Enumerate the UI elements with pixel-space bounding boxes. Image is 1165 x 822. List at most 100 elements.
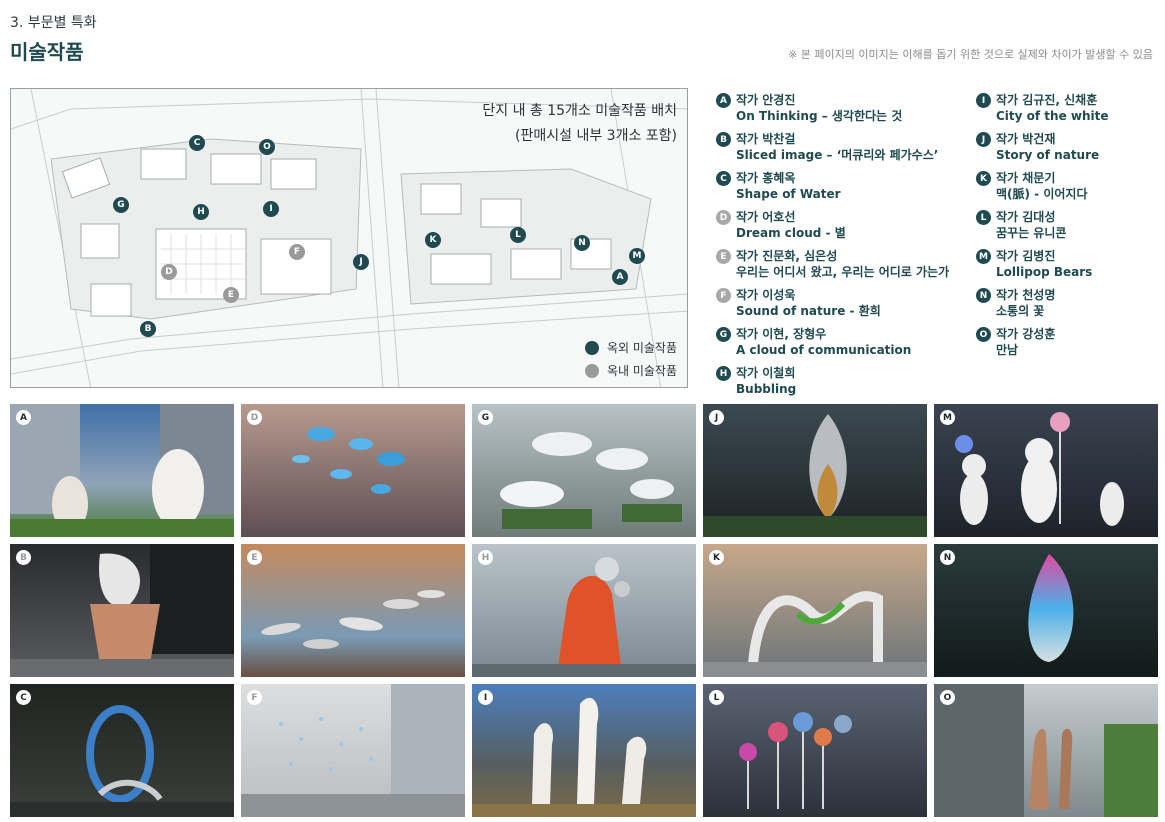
artwork-title: 소통의 꽃 [996,304,1045,318]
artwork-title: Bubbling [736,382,797,396]
artist-name: 작가 천성명 [996,288,1056,302]
artwork-title: Shape of Water [736,187,841,201]
site-map: 단지 내 총 15개소 미술작품 배치 (판매시설 내부 3개소 포함) C O… [10,88,688,388]
tile-badge: C [16,690,31,705]
map-marker-f[interactable]: F [289,244,305,260]
artist-name: 작가 김규진, 신채훈 [996,93,1098,107]
legend-outdoor-dot [584,340,599,355]
map-marker-n[interactable]: N [574,235,590,251]
artist-name: 작가 진문화, 심은성 [736,249,838,263]
sculpture-illustration [472,697,696,817]
artist-badge: G [716,327,731,342]
tile-badge: G [478,410,493,425]
map-marker-b[interactable]: B [140,321,156,337]
artwork-image-i[interactable]: I [472,684,696,817]
tile-badge: K [709,550,724,565]
artwork-image-a[interactable]: A [10,404,234,537]
artist-item-l: L 작가 김대성 꿈꾸는 유니콘 [976,209,1109,243]
artist-item-f: F 작가 이성욱 Sound of nature - 환희 [716,287,949,321]
tile-badge: E [247,550,262,565]
artwork-title: 맥(脈) - 이어지다 [996,187,1088,201]
map-marker-o[interactable]: O [259,139,275,155]
artwork-title: Dream cloud - 별 [736,226,846,240]
map-marker-i[interactable]: I [263,201,279,217]
artist-list-left: A 작가 안경진 On Thinking – 생각한다는 것 B 작가 박찬걸 Slic… [716,92,949,404]
map-caption-line1: 단지 내 총 15개소 미술작품 배치 [482,103,677,119]
artist-item-g: G 작가 이현, 장형우 A cloud of communication [716,326,949,360]
legend-outdoor: 옥외 미술작품 [584,339,677,356]
legend-indoor-dot [584,363,599,378]
artist-list-right: I 작가 김규진, 신채훈 City of the white J 작가 박건재 Sto… [976,92,1109,365]
artist-badge: E [716,249,731,264]
map-marker-l[interactable]: L [510,227,526,243]
sculpture-illustration [739,712,852,809]
artist-item-e: E 작가 진문화, 심은성우리는 어디서 왔고, 우리는 어디로 가는가 [716,248,949,282]
sculpture-illustration [703,414,927,537]
map-caption-line2: (판매시설 내부 3개소 포함) [515,128,677,144]
artwork-gallery: A D G J M B E H K N C F I L O [10,404,1158,817]
artwork-image-h[interactable]: H [472,544,696,677]
map-marker-g[interactable]: G [113,197,129,213]
sculpture-illustration [703,591,927,677]
sculpture-illustration [261,590,445,649]
artwork-title: 만남 [996,343,1019,357]
tile-badge: A [16,410,31,425]
artist-badge: M [976,249,991,264]
artist-badge: C [716,171,731,186]
map-marker-d[interactable]: D [161,264,177,280]
map-marker-j[interactable]: J [353,254,369,270]
artist-item-o: O 작가 강성훈 만남 [976,326,1109,360]
map-legend: 옥외 미술작품 옥내 미술작품 [584,333,677,379]
artwork-image-m[interactable]: M [934,404,1158,537]
artist-name: 작가 이성욱 [736,288,796,302]
artwork-image-f[interactable]: F [241,684,465,817]
artwork-image-c[interactable]: C [10,684,234,817]
artwork-title: City of the white [996,109,1109,123]
artwork-title: Sound of nature - 환희 [736,304,881,318]
section-label: 3. 부문별 특화 [10,15,97,31]
map-marker-c[interactable]: C [189,135,205,151]
map-marker-k[interactable]: K [425,232,441,248]
artist-name: 작가 김병진 [996,249,1056,263]
map-caption: 단지 내 총 15개소 미술작품 배치 (판매시설 내부 3개소 포함) [482,99,677,149]
map-marker-a[interactable]: A [612,269,628,285]
map-marker-h[interactable]: H [193,204,209,220]
artist-badge: J [976,132,991,147]
artist-name: 작가 김대성 [996,210,1056,224]
artist-name: 작가 강성훈 [996,327,1056,341]
artwork-image-o[interactable]: O [934,684,1158,817]
artist-name: 작가 채문기 [996,171,1056,185]
artist-name: 작가 이현, 장형우 [736,327,827,341]
page-title: 미술작품 [10,40,84,64]
artwork-image-d[interactable]: D [241,404,465,537]
legend-indoor-label: 옥내 미술작품 [606,364,677,378]
artist-badge: F [716,288,731,303]
artist-badge: I [976,93,991,108]
artwork-image-k[interactable]: K [703,544,927,677]
artist-badge: K [976,171,991,186]
artwork-title: 우리는 어디서 왔고, 우리는 어디로 가는가 [736,265,950,279]
artwork-title: 꿈꾸는 유니콘 [996,226,1067,240]
map-marker-e[interactable]: E [223,287,239,303]
artist-item-j: J 작가 박건재 Story of nature [976,131,1109,165]
artist-badge: H [716,366,731,381]
artist-name: 작가 박찬걸 [736,132,796,146]
artwork-image-n[interactable]: N [934,544,1158,677]
tile-badge: H [478,550,493,565]
map-marker-m[interactable]: M [629,248,645,264]
tile-badge: L [709,690,724,705]
tile-badge: M [940,410,955,425]
sculpture-illustration [1028,554,1074,662]
artist-name: 작가 박건재 [996,132,1056,146]
artwork-image-e[interactable]: E [241,544,465,677]
tile-badge: N [940,550,955,565]
artwork-image-g[interactable]: G [472,404,696,537]
sculpture-illustration [500,432,682,529]
artwork-image-l[interactable]: L [703,684,927,817]
artwork-image-j[interactable]: J [703,404,927,537]
tile-badge: J [709,410,724,425]
sculpture-illustration [934,684,1158,817]
artwork-image-b[interactable]: B [10,544,234,677]
legend-indoor: 옥내 미술작품 [584,362,677,379]
artist-item-i: I 작가 김규진, 신채훈 City of the white [976,92,1109,126]
